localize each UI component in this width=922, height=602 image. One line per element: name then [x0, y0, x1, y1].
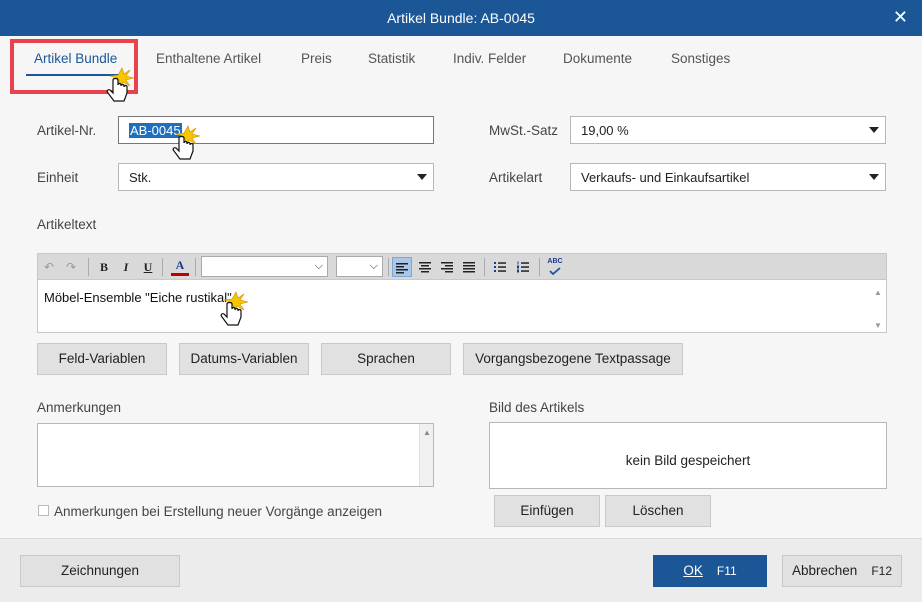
tab-indiv-felder[interactable]: Indiv. Felder	[453, 51, 526, 66]
scroll-up-icon[interactable]: ▲	[423, 428, 431, 437]
no-image-text: kein Bild gespeichert	[625, 453, 751, 468]
artikel-nr-label: Artikel-Nr.	[37, 123, 97, 138]
einheit-select[interactable]: Stk.	[118, 163, 434, 191]
image-insert-label: Einfügen	[520, 503, 574, 518]
chevron-down-icon: ⌵	[314, 260, 323, 272]
font-family-combo[interactable]: ⌵	[201, 256, 328, 277]
font-size-combo[interactable]: ⌵	[336, 256, 383, 277]
sprachen-label: Sprachen	[357, 351, 415, 366]
zeichnungen-label: Zeichnungen	[60, 563, 140, 578]
scroll-up-icon[interactable]: ▲	[874, 288, 882, 297]
font-color-icon[interactable]: A	[171, 257, 189, 276]
tab-preis[interactable]: Preis	[301, 51, 332, 66]
scroll-down-icon[interactable]: ▼	[874, 321, 882, 330]
toolbar-divider	[88, 258, 89, 276]
bold-icon[interactable]: B	[96, 257, 112, 277]
bild-label: Bild des Artikels	[489, 400, 585, 415]
chevron-down-icon: ⌵	[369, 260, 378, 272]
tab-enthaltene-artikel[interactable]: Enthaltene Artikel	[156, 51, 261, 66]
tab-sonstiges[interactable]: Sonstiges	[671, 51, 730, 66]
anmerkungen-scrollbar[interactable]: ▲	[419, 424, 433, 486]
rich-text-editor[interactable]: ↶ ↷ B I U A ⌵ ⌵ ABC Möbel-Ensemble "Eich…	[37, 253, 887, 333]
ok-shortcut: F11	[716, 564, 737, 578]
redo-icon[interactable]: ↷	[64, 257, 78, 277]
einheit-label: Einheit	[37, 170, 79, 185]
cancel-label: Abbrechen	[792, 563, 858, 578]
anmerkungen-checkbox-label[interactable]: Anmerkungen bei Erstellung neuer Vorgäng…	[54, 504, 382, 519]
spellcheck-label: ABC	[547, 258, 563, 265]
align-justify-icon[interactable]	[459, 257, 479, 277]
ok-label: OK	[683, 563, 703, 578]
chevron-down-icon	[869, 127, 879, 133]
close-icon[interactable]: ✕	[893, 7, 908, 28]
mwst-select[interactable]: 19,00 %	[570, 116, 886, 144]
artikeltext-label: Artikeltext	[37, 217, 97, 232]
feld-variablen-label: Feld-Variablen	[58, 351, 146, 366]
chevron-down-icon	[869, 174, 879, 180]
textpassage-label: Vorgangsbezogene Textpassage	[475, 351, 671, 366]
artikeltext-content: Möbel-Ensemble "Eiche rustikal"	[44, 290, 232, 305]
image-delete-label: Löschen	[632, 503, 684, 518]
hand-pointer-icon	[172, 125, 201, 160]
textpassage-button[interactable]: Vorgangsbezogene Textpassage	[463, 343, 683, 375]
toolbar-divider	[484, 258, 485, 276]
cancel-button[interactable]: Abbrechen F12	[782, 555, 902, 587]
artikelart-select[interactable]: Verkaufs- und Einkaufsartikel	[570, 163, 886, 191]
bullet-list-icon[interactable]	[490, 257, 510, 277]
numbered-list-icon[interactable]	[513, 257, 533, 277]
datums-variablen-button[interactable]: Datums-Variablen	[179, 343, 309, 375]
image-delete-button[interactable]: Löschen	[605, 495, 711, 527]
artikelart-value: Verkaufs- und Einkaufsartikel	[581, 170, 750, 185]
cancel-shortcut: F12	[871, 564, 892, 578]
editor-scrollbar[interactable]: ▲ ▼	[872, 284, 884, 330]
mwst-label: MwSt.-Satz	[489, 123, 559, 138]
toolbar-divider	[539, 258, 540, 276]
editor-toolbar: ↶ ↷ B I U A ⌵ ⌵ ABC	[38, 254, 886, 280]
tab-dokumente[interactable]: Dokumente	[563, 51, 632, 66]
toolbar-divider	[162, 258, 163, 276]
einheit-value: Stk.	[129, 170, 152, 185]
hand-pointer-icon	[220, 291, 249, 326]
tab-statistik[interactable]: Statistik	[368, 51, 415, 66]
toolbar-divider	[388, 258, 389, 276]
artikel-nr-input[interactable]: AB-0045	[118, 116, 434, 144]
mwst-value: 19,00 %	[581, 123, 629, 138]
sprachen-button[interactable]: Sprachen	[321, 343, 451, 375]
hand-pointer-icon	[106, 67, 135, 102]
article-image-box: kein Bild gespeichert	[489, 422, 887, 489]
anmerkungen-label: Anmerkungen	[37, 400, 122, 415]
tab-bar: Artikel Bundle Enthaltene Artikel Preis …	[0, 36, 922, 86]
underline-icon[interactable]: U	[140, 257, 156, 277]
italic-icon[interactable]: I	[118, 257, 134, 277]
align-right-icon[interactable]	[437, 257, 457, 277]
anmerkungen-checkbox[interactable]	[38, 505, 49, 516]
feld-variablen-button[interactable]: Feld-Variablen	[37, 343, 167, 375]
ok-button[interactable]: OK F11	[653, 555, 767, 587]
image-insert-button[interactable]: Einfügen	[494, 495, 600, 527]
dialog-footer: Zeichnungen OK F11 Abbrechen F12	[0, 538, 922, 602]
zeichnungen-button[interactable]: Zeichnungen	[20, 555, 180, 587]
window-title: Artikel Bundle: AB-0045	[387, 10, 535, 26]
undo-icon[interactable]: ↶	[42, 257, 56, 277]
title-bar: Artikel Bundle: AB-0045 ✕	[0, 0, 922, 36]
anmerkungen-textarea[interactable]: ▲	[37, 423, 434, 487]
toolbar-divider	[195, 258, 196, 276]
artikelart-label: Artikelart	[489, 170, 543, 185]
datums-variablen-label: Datums-Variablen	[190, 351, 298, 366]
spellcheck-icon[interactable]: ABC	[545, 257, 565, 277]
chevron-down-icon	[417, 174, 427, 180]
align-center-icon[interactable]	[415, 257, 435, 277]
align-left-icon[interactable]	[392, 257, 412, 277]
